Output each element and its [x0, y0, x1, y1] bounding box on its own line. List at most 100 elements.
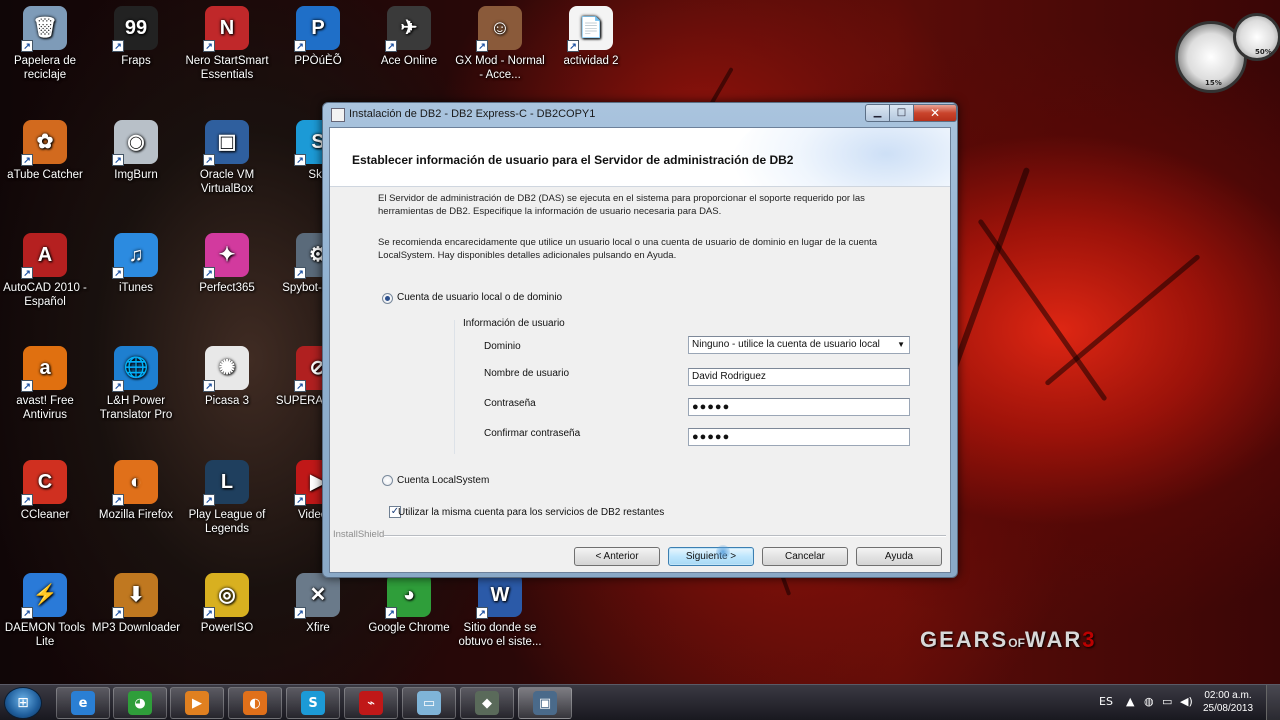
desktop-shortcut[interactable]: ✿ ↗ aTube Catcher [0, 120, 90, 182]
chevron-down-icon[interactable]: ▼ [897, 337, 905, 353]
desktop-shortcut-label: Perfect365 [199, 282, 255, 294]
radio-domain-account[interactable] [382, 293, 393, 304]
desktop-shortcut[interactable]: P ↗ PPÒúÈÕ [273, 6, 363, 68]
radio-localsystem-account[interactable] [382, 475, 393, 486]
same-account-checkbox-label[interactable]: Utilizar la misma cuenta para los servic… [398, 507, 664, 518]
help-button[interactable]: Ayuda [856, 547, 942, 566]
poweriso-icon: ◎ ↗ [203, 573, 249, 619]
radio-localsystem-label[interactable]: Cuenta LocalSystem [397, 475, 489, 486]
desktop-shortcut[interactable]: ✈ ↗ Ace Online [364, 6, 454, 68]
radio-domain-account-label[interactable]: Cuenta de usuario local o de dominio [397, 292, 562, 303]
domain-select[interactable]: Ninguno - utilice la cuenta de usuario l… [688, 336, 910, 354]
next-button[interactable]: Siguiente > [668, 547, 754, 566]
chrome-icon: ◕ ↗ [385, 573, 431, 619]
desktop-shortcut[interactable]: A ↗ AutoCAD 2010 - Español [0, 233, 90, 309]
confirm-password-field[interactable]: ●●●●● [688, 428, 910, 446]
taskbar-media-button[interactable]: ▶ [170, 687, 224, 719]
taskbar-ie-button[interactable]: e [56, 687, 110, 719]
desktop-shortcut-label: GX Mod - Normal - Acce... [455, 55, 545, 81]
shortcut-arrow-icon: ↗ [21, 154, 33, 166]
title-bar[interactable]: Instalación de DB2 - DB2 Express-C - DB2… [323, 103, 957, 127]
desktop-shortcut[interactable]: ▣ ↗ Oracle VM VirtualBox [182, 120, 272, 196]
language-indicator[interactable]: ES [1099, 695, 1113, 708]
account-recommendation: Se recomienda encarecidamente que utilic… [378, 237, 878, 261]
desktop-shortcut-label: Nero StartSmart Essentials [185, 55, 269, 81]
desktop-shortcut[interactable]: ⚡ ↗ DAEMON Tools Lite [0, 573, 90, 649]
shortcut-arrow-icon: ↗ [112, 494, 124, 506]
taskbar-app-button[interactable]: ◆ [460, 687, 514, 719]
desktop-shortcut[interactable]: ◉ ↗ ImgBurn [91, 120, 181, 182]
shortcut-arrow-icon: ↗ [294, 40, 306, 52]
cpu-meter-gadget[interactable]: 15% 50% [1175, 13, 1280, 93]
imgburn-icon: ◉ ↗ [112, 120, 158, 166]
shortcut-arrow-icon: ↗ [203, 380, 215, 392]
desktop-shortcut[interactable]: ◕ ↗ Google Chrome [364, 573, 454, 635]
desktop-shortcut[interactable]: 🗑 ↗ Papelera de reciclaje [0, 6, 90, 82]
desktop-shortcut-label: iTunes [118, 282, 154, 294]
desktop-shortcut[interactable]: ◐ ↗ Mozilla Firefox [91, 460, 181, 522]
shortcut-arrow-icon: ↗ [294, 494, 306, 506]
avast-icon: a ↗ [21, 346, 67, 392]
desktop-shortcut[interactable]: a ↗ avast! Free Antivirus [0, 346, 90, 422]
show-hidden-icons-icon[interactable]: ▲ [1126, 695, 1134, 708]
fraps-icon: 99 ↗ [112, 6, 158, 52]
shortcut-arrow-icon: ↗ [294, 607, 306, 619]
wizard-step-title: Establecer información de usuario para e… [352, 153, 794, 167]
shortcut-arrow-icon: ↗ [203, 607, 215, 619]
explorer-icon: ▭ [417, 691, 441, 715]
network-globe-icon[interactable]: ◍ [1144, 695, 1154, 708]
desktop-shortcut[interactable]: ✺ ↗ Picasa 3 [182, 346, 272, 408]
taskbar-firefox-button[interactable]: ◐ [228, 687, 282, 719]
close-button[interactable]: ✕ [913, 104, 957, 122]
username-label: Nombre de usuario [484, 368, 570, 379]
shortcut-arrow-icon: ↗ [112, 40, 124, 52]
back-button[interactable]: < Anterior [574, 547, 660, 566]
nero-icon: N ↗ [203, 6, 249, 52]
username-field[interactable]: David Rodriguez [688, 368, 910, 386]
window-title: Instalación de DB2 - DB2 Express-C - DB2… [349, 108, 596, 120]
desktop-shortcut[interactable]: ☺ ↗ GX Mod - Normal - Acce... [455, 6, 545, 82]
start-button[interactable]: ⊞ [4, 687, 42, 719]
shortcut-arrow-icon: ↗ [112, 380, 124, 392]
desktop-shortcut[interactable]: L ↗ Play League of Legends [182, 460, 272, 536]
desktop-shortcut-label: AutoCAD 2010 - Español [3, 282, 87, 308]
taskbar-installer-button[interactable]: ▣ [518, 687, 572, 719]
desktop-shortcut[interactable]: 99 ↗ Fraps [91, 6, 181, 68]
desktop-shortcut[interactable]: C ↗ CCleaner [0, 460, 90, 522]
desktop-shortcut[interactable]: ✦ ↗ Perfect365 [182, 233, 272, 295]
desktop-shortcut[interactable]: ♫ ↗ iTunes [91, 233, 181, 295]
cancel-button[interactable]: Cancelar [762, 547, 848, 566]
shortcut-arrow-icon: ↗ [203, 494, 215, 506]
clock[interactable]: 02:00 a.m. 25/08/2013 [1196, 689, 1260, 715]
desktop-shortcut-label: DAEMON Tools Lite [4, 622, 86, 648]
desktop-shortcut[interactable]: N ↗ Nero StartSmart Essentials [182, 6, 272, 82]
desktop-shortcut[interactable]: ◎ ↗ PowerISO [182, 573, 272, 635]
taskbar-explorer-button[interactable]: ▭ [402, 687, 456, 719]
chrome-icon: ◕ [128, 691, 152, 715]
daemon-tools-icon: ⚡ ↗ [21, 573, 67, 619]
desktop-shortcut-label: aTube Catcher [7, 169, 83, 181]
app-icon: ◆ [475, 691, 499, 715]
das-description: El Servidor de administración de DB2 (DA… [378, 193, 865, 217]
taskbar-chrome-button[interactable]: ◕ [113, 687, 167, 719]
network-icon[interactable]: ▭ [1162, 695, 1172, 708]
desktop-shortcut-label: Xfire [306, 622, 330, 634]
desktop-shortcut-label: MP3 Downloader [91, 622, 181, 634]
show-desktop-button[interactable] [1266, 685, 1280, 720]
maximize-button[interactable]: □ [889, 104, 914, 122]
volume-icon[interactable]: ◀) [1180, 695, 1193, 708]
desktop-shortcut[interactable]: W ↗ Sitio donde se obtuvo el siste... [455, 573, 545, 649]
password-field[interactable]: ●●●●● [688, 398, 910, 416]
minimize-button[interactable]: ▁ [865, 104, 890, 122]
taskbar-pdf-button[interactable]: ⌁ [344, 687, 398, 719]
taskbar-skype-button[interactable]: S [286, 687, 340, 719]
desktop-shortcut[interactable]: ⬇ ↗ MP3 Downloader [91, 573, 181, 635]
desktop-shortcut-label: actividad 2 [563, 55, 619, 67]
shortcut-arrow-icon: ↗ [385, 607, 397, 619]
desktop-shortcut-label: Fraps [121, 55, 151, 67]
gx-mod-icon: ☺ ↗ [476, 6, 522, 52]
desktop-shortcut[interactable]: 📄 ↗ actividad 2 [546, 6, 636, 68]
desktop-shortcut[interactable]: 🌐 ↗ L&H Power Translator Pro [91, 346, 181, 422]
desktop-shortcut[interactable]: ✕ ↗ Xfire [273, 573, 363, 635]
shortcut-arrow-icon: ↗ [294, 267, 306, 279]
